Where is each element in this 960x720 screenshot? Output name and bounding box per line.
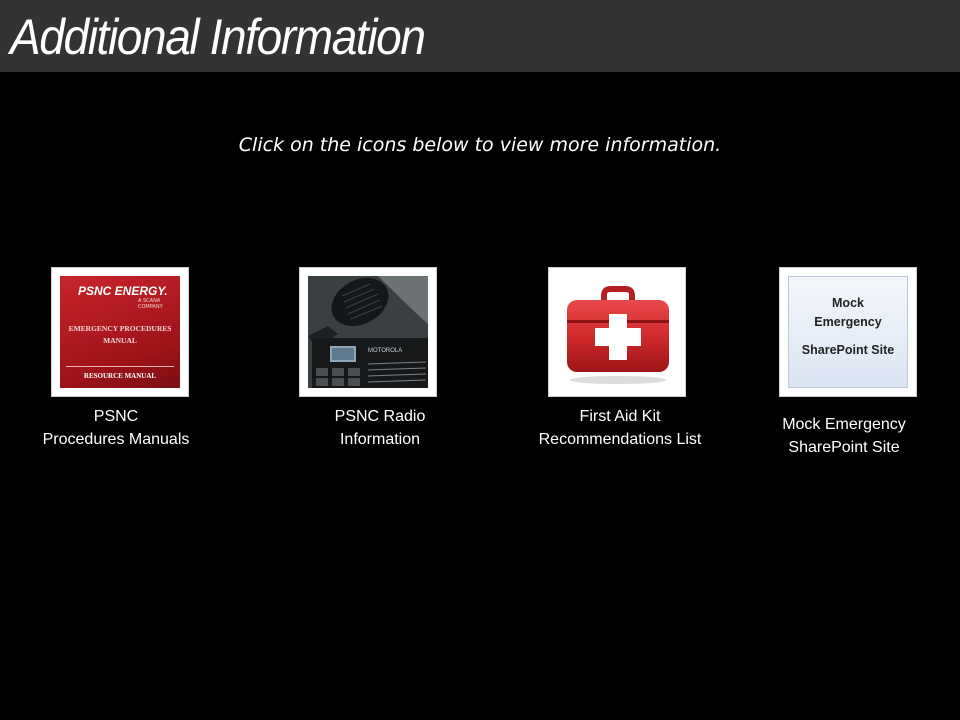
manual-title-line3: RESOURCE MANUAL [83,372,157,380]
first-aid-kit-illustration [567,286,669,384]
sharepoint-text-line3: SharePoint Site [801,343,895,357]
sharepoint-text-line1: Mock [832,296,864,310]
caption-line: Information [339,431,421,448]
procedures-manual-caption[interactable]: PSNC Procedures Manuals [6,405,226,451]
sharepoint-site-icon: Mock Emergency SharePoint Site [788,276,908,388]
radio-information-caption[interactable]: PSNC Radio Information [270,405,490,451]
first-aid-kit-caption[interactable]: First Aid Kit Recommendations List [510,405,730,451]
caption-line: Mock Emergency [782,416,906,433]
radio-illustration: MOTOROLA [308,276,428,388]
caption-line: Recommendations List [538,431,702,448]
radio-icon: MOTOROLA [308,276,428,388]
radio-information-link[interactable]: MOTOROLA [299,267,437,397]
first-aid-kit-link[interactable] [548,267,686,397]
caption-line: PSNC Radio [334,408,426,425]
manual-brand-subtext: A SCANA COMPANY [138,298,163,310]
procedures-manual-link[interactable]: PSNC ENERGY. A SCANA COMPANY EMERGENCY P… [51,267,189,397]
sharepoint-site-caption[interactable]: Mock Emergency SharePoint Site [734,413,954,459]
procedures-manual-icon: PSNC ENERGY. A SCANA COMPANY EMERGENCY P… [60,276,180,388]
manual-title-line2: MANUAL [103,336,137,345]
manual-title-line1: EMERGENCY PROCEDURES [68,324,172,333]
caption-line: Procedures Manuals [42,431,190,448]
manual-divider [66,366,174,367]
caption-line: PSNC [93,408,139,425]
title-bar: Additional Information [0,0,960,72]
page-title: Additional Information [10,9,426,65]
caption-line: First Aid Kit [579,408,661,425]
sharepoint-site-link[interactable]: Mock Emergency SharePoint Site [779,267,917,397]
manual-brand-text: PSNC ENERGY. [78,284,168,298]
instructions-text: Click on the icons below to view more in… [238,134,722,156]
radio-brand-label: MOTOROLA [368,348,402,354]
first-aid-kit-icon [557,276,677,388]
sharepoint-text-line2: Emergency [814,315,882,329]
caption-line: SharePoint Site [788,439,900,456]
